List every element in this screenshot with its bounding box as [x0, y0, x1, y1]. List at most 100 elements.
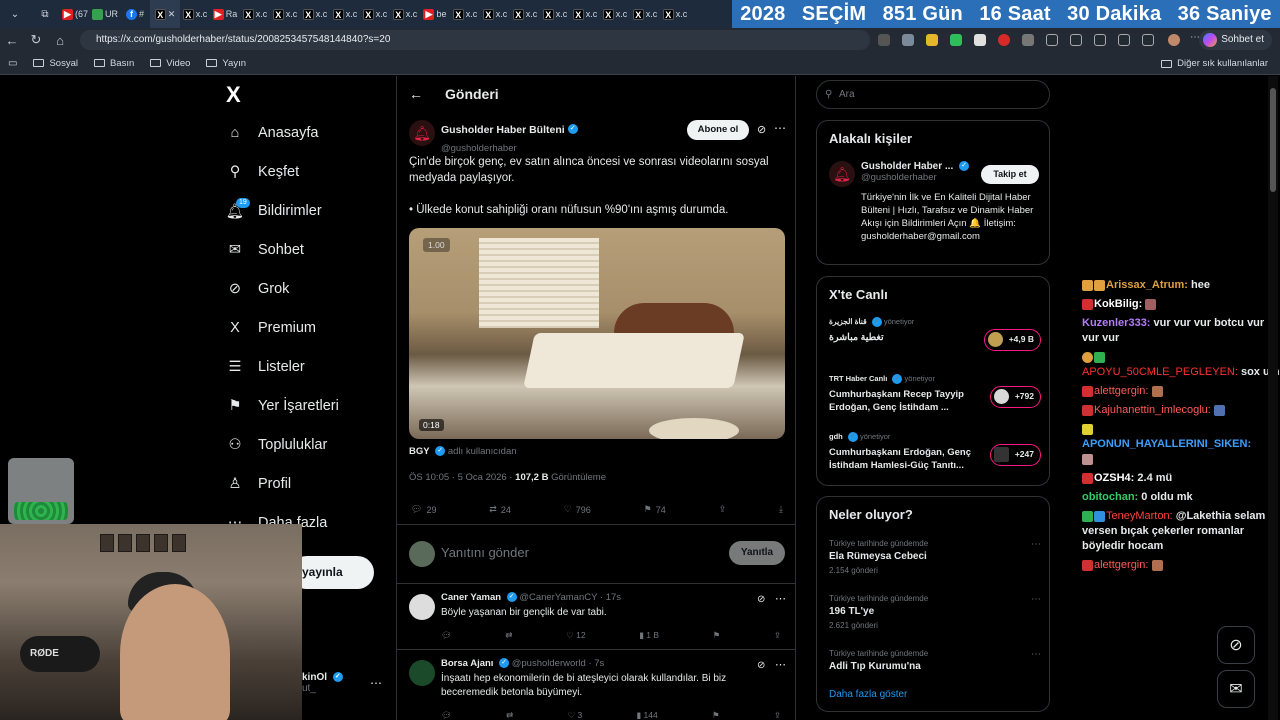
reply-avatar[interactable]: [409, 594, 435, 620]
reply-avatar[interactable]: [409, 660, 435, 686]
views-action[interactable]: ▮ 1 B: [639, 630, 659, 641]
collections-icon[interactable]: [1118, 34, 1130, 46]
sidebar-icon[interactable]: [1070, 34, 1082, 46]
extension-icon[interactable]: [926, 34, 938, 46]
bookmark-icon[interactable]: ⚑: [713, 630, 721, 641]
browser-tab[interactable]: Xx.c: [600, 0, 630, 28]
extension-icon[interactable]: [878, 34, 890, 46]
grok-floating-button[interactable]: ⊘: [1217, 626, 1255, 664]
share-action[interactable]: ⇪: [719, 504, 727, 515]
extension-icon[interactable]: [974, 34, 986, 46]
nav-home[interactable]: ⌂ Anasayfa: [226, 124, 319, 142]
other-bookmarks[interactable]: Diğer sık kullanılanlar: [1161, 58, 1268, 69]
nav-grok[interactable]: ⊘ Grok: [226, 280, 290, 298]
reload-icon[interactable]: ↻: [24, 32, 48, 48]
trend-item[interactable]: Türkiye tarihinde gündemde Ela Rümeysa C…: [829, 539, 1041, 575]
extensions-puzzle-icon[interactable]: [1022, 34, 1034, 46]
repost-action[interactable]: ⇄ 24: [489, 504, 511, 515]
browser-tab[interactable]: f #: [120, 0, 150, 28]
download-action[interactable]: ⤓: [779, 504, 783, 515]
reply-item[interactable]: Borsa Ajanı ✓ @pusholderworld · 7s İnşaa…: [397, 650, 795, 720]
account-switcher[interactable]: kinOl ✓ ut_: [302, 672, 343, 694]
post-button[interactable]: yayınla: [290, 556, 374, 589]
repost-icon[interactable]: ⇄: [506, 710, 513, 720]
subscribe-button[interactable]: Abone ol: [687, 120, 749, 140]
more-options-icon[interactable]: ⋯: [1031, 539, 1041, 550]
trend-item[interactable]: Türkiye tarihinde gündemde Adli Tıp Kuru…: [829, 649, 1041, 672]
bookmark-folder[interactable]: Video: [150, 58, 190, 69]
browser-tab[interactable]: Xx.c: [330, 0, 360, 28]
back-icon[interactable]: ←: [0, 33, 24, 48]
account-more-icon[interactable]: ⋯: [370, 676, 382, 690]
url-field[interactable]: https://x.com/gusholderhaber/status/2008…: [80, 30, 870, 50]
browser-tab[interactable]: Xx.c: [390, 0, 420, 28]
browser-tab[interactable]: Xx.c: [300, 0, 330, 28]
share-icon[interactable]: ⇪: [774, 710, 781, 720]
favorites-icon[interactable]: [1094, 34, 1106, 46]
nav-bookmarks[interactable]: ⚑ Yer İşaretleri: [226, 397, 339, 415]
extension-icon[interactable]: [950, 34, 962, 46]
more-options-icon[interactable]: ⋯: [774, 121, 786, 135]
follow-button[interactable]: Takip et: [981, 165, 1039, 184]
related-name[interactable]: Gusholder Haber ...: [861, 161, 953, 172]
live-listeners-pill[interactable]: +4,9 B: [983, 329, 1041, 351]
related-avatar[interactable]: 🔔︎: [829, 161, 855, 187]
browser-tab[interactable]: Xx.c: [240, 0, 270, 28]
extension-icon[interactable]: [902, 34, 914, 46]
more-options-icon[interactable]: ⋯: [775, 592, 786, 605]
like-action[interactable]: ♡ 796: [564, 504, 591, 515]
browser-tab[interactable]: Xx.c: [540, 0, 570, 28]
messages-floating-button[interactable]: ✉: [1217, 670, 1255, 708]
reply-icon[interactable]: 💬︎: [441, 630, 452, 641]
like-action[interactable]: ♡ 12: [566, 630, 585, 641]
grok-icon[interactable]: ⊘: [757, 123, 766, 136]
repost-icon[interactable]: ⇄: [505, 630, 512, 641]
show-more-link[interactable]: Daha fazla göster: [829, 689, 907, 700]
browser-tab[interactable]: Xx.c: [480, 0, 510, 28]
bookmarks-menu-icon[interactable]: ▭: [8, 58, 17, 69]
browser-tab[interactable]: ▶ (67: [60, 0, 90, 28]
workspaces-button[interactable]: ⧉: [30, 0, 60, 28]
video-player[interactable]: 1.00 0:18: [409, 228, 785, 439]
live-listeners-pill[interactable]: +792: [989, 386, 1041, 408]
trend-item[interactable]: Türkiye tarihinde gündemde 196 TL'ye 2.6…: [829, 594, 1041, 630]
video-source[interactable]: BGY ✓ adlı kullanıcıdan: [409, 446, 517, 457]
bookmark-folder[interactable]: Basın: [93, 58, 134, 69]
grok-icon[interactable]: ⊘: [757, 594, 765, 605]
author-avatar[interactable]: 🔔︎: [409, 120, 435, 146]
downloads-icon[interactable]: [1142, 34, 1154, 46]
bookmark-folder[interactable]: Sosyal: [33, 58, 78, 69]
x-logo-icon[interactable]: X: [226, 82, 241, 108]
browser-tab-active[interactable]: X ✕: [150, 0, 180, 28]
browser-tab[interactable]: Xx.c: [450, 0, 480, 28]
reply-icon[interactable]: 💬︎: [441, 710, 452, 720]
reply-input[interactable]: Yanıtını gönder: [441, 545, 529, 560]
browser-tab[interactable]: Xx.c: [510, 0, 540, 28]
browser-tab[interactable]: Xx.c: [360, 0, 390, 28]
more-options-icon[interactable]: ⋯: [775, 658, 786, 671]
search-input[interactable]: ⚲ Ara: [816, 80, 1050, 109]
nav-explore[interactable]: ⚲ Keşfet: [226, 163, 299, 181]
extension-icon[interactable]: [998, 34, 1010, 46]
bookmark-action[interactable]: ⚑ 74: [644, 504, 666, 515]
reply-item[interactable]: Caner Yaman ✓ @CanerYamanCY · 17s Böyle …: [397, 584, 795, 650]
more-options-icon[interactable]: ⋯: [1031, 594, 1041, 605]
more-options-icon[interactable]: ⋯: [1031, 649, 1041, 660]
share-icon[interactable]: ⇪: [774, 630, 781, 641]
reply-action[interactable]: 💬︎ 29: [411, 504, 436, 515]
bookmark-icon[interactable]: ⚑: [712, 710, 720, 720]
browser-tab[interactable]: Xx.c: [570, 0, 600, 28]
browser-tab[interactable]: Xx.c: [630, 0, 660, 28]
nav-lists[interactable]: ☰ Listeler: [226, 358, 305, 376]
browser-tab[interactable]: ▶ be: [420, 0, 450, 28]
scrollbar-thumb[interactable]: [1270, 88, 1276, 192]
tab-list-button[interactable]: ⌄: [0, 0, 30, 28]
nav-premium[interactable]: X Premium: [226, 319, 316, 337]
bookmark-folder[interactable]: Yayın: [206, 58, 246, 69]
author-handle[interactable]: @gusholderhaber: [441, 143, 517, 154]
live-item[interactable]: TRT Haber Canlı ✓ yönetiyor Cumhurbaşkan…: [829, 374, 1041, 424]
author-name[interactable]: Gusholder Haber Bülteni: [441, 124, 565, 136]
back-arrow-icon[interactable]: ←: [409, 86, 423, 102]
nav-profile[interactable]: ♙ Profil: [226, 475, 292, 493]
nav-notifications[interactable]: 🔔︎ 19 Bildirimler: [226, 198, 322, 220]
